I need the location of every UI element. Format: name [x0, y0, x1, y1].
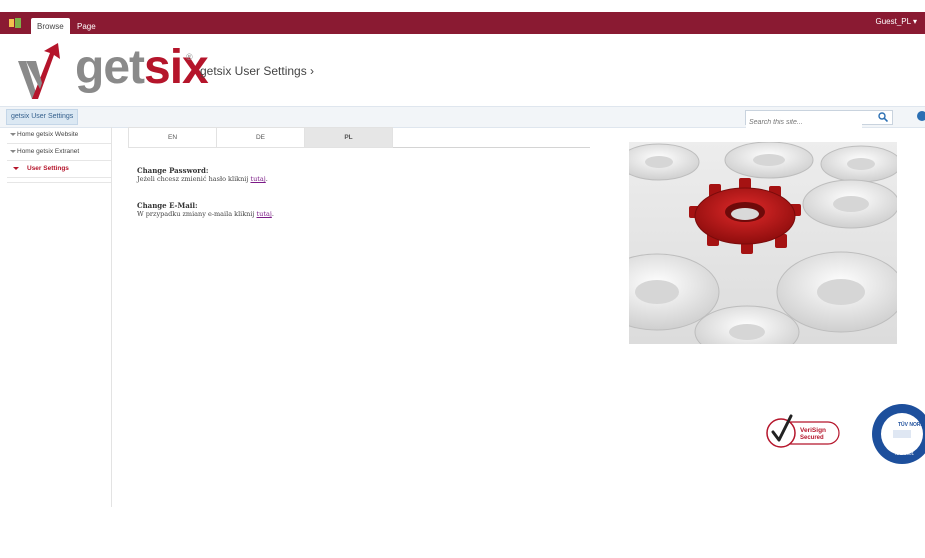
- getsix-logo-text: getsix: [75, 40, 209, 95]
- nav-item-label: User Settings: [27, 165, 69, 172]
- language-tabs: EN DE PL: [128, 127, 590, 148]
- expand-arrow-icon: [13, 167, 19, 170]
- site-actions-icon[interactable]: [9, 18, 21, 28]
- nav-item-label: Home getsix Extranet: [17, 148, 80, 155]
- change-password-title: Change Password:: [137, 166, 209, 175]
- gears-image: [629, 142, 897, 344]
- white-gear: [820, 145, 897, 183]
- change-email-link[interactable]: tutaj: [257, 210, 272, 218]
- search-input[interactable]: [746, 116, 862, 129]
- logo-text-get: get: [75, 41, 145, 94]
- registered-mark: ®: [186, 52, 193, 62]
- white-gear: [802, 179, 897, 229]
- change-email-title: Change E-Mail:: [137, 201, 198, 210]
- expand-arrow-icon: [10, 133, 16, 136]
- tab-lang-pl[interactable]: PL: [304, 127, 393, 148]
- breadcrumb[interactable]: getsix User Settings: [6, 109, 79, 125]
- change-password-punct: .: [265, 175, 268, 183]
- tab-browse[interactable]: Browse: [31, 18, 70, 34]
- change-email-section: Change E-Mail: W przypadku zmiany e-mail…: [137, 201, 567, 218]
- iso-text: ISO 9001: [895, 451, 915, 456]
- tab-page[interactable]: Page: [71, 18, 102, 34]
- tuv-nord-badge: TÜV NORD ISO 9001: [872, 404, 925, 464]
- search-icon[interactable]: [878, 112, 888, 122]
- tab-lang-en[interactable]: EN: [128, 127, 217, 148]
- top-nav-bar: getsix User Settings: [0, 106, 925, 129]
- tab-lang-de[interactable]: DE: [216, 127, 305, 148]
- expand-arrow-icon: [10, 150, 16, 153]
- change-password-link[interactable]: tutaj: [250, 175, 265, 183]
- nav-item-home-extranet[interactable]: Home getsix Extranet: [7, 144, 111, 161]
- red-gear: [689, 178, 801, 254]
- change-email-punct: .: [271, 210, 274, 218]
- nav-item-label: Home getsix Website: [17, 131, 79, 138]
- getsix-logo-mark: [18, 43, 60, 99]
- white-gear: [724, 142, 814, 179]
- change-password-instruction: Jeżeli chcesz zmienić hasło kliknij: [137, 175, 251, 183]
- white-gear: [776, 251, 897, 333]
- site-title[interactable]: getsix User Settings ›: [200, 64, 314, 78]
- search-box: [745, 110, 893, 129]
- help-icon[interactable]: [917, 111, 925, 121]
- nav-item-home-website[interactable]: Home getsix Website: [7, 127, 111, 144]
- nav-divider: [7, 178, 111, 183]
- verisign-secured-badge: VeriSign Secured: [766, 414, 840, 448]
- secured-text: Secured: [800, 435, 824, 441]
- change-password-text: Jeżeli chcesz zmienić hasło kliknij tuta…: [137, 175, 567, 183]
- change-email-instruction: W przypadku zmiany e-maila kliknij: [137, 210, 257, 218]
- settings-content: Change Password: Jeżeli chcesz zmienić h…: [137, 166, 567, 236]
- ribbon-bar: Browse Page Guest_PL ▾: [0, 12, 925, 34]
- logo-text-six: six: [144, 41, 209, 94]
- left-navigation: Home getsix Website Home getsix Extranet…: [7, 127, 112, 507]
- verisign-text: VeriSign: [800, 427, 826, 434]
- site-header: getsix ® getsix User Settings ›: [0, 34, 925, 106]
- tuv-nord-text: TÜV NORD: [898, 421, 925, 428]
- change-email-text: W przypadku zmiany e-maila kliknij tutaj…: [137, 210, 567, 218]
- white-gear: [629, 143, 700, 181]
- user-menu[interactable]: Guest_PL ▾: [875, 17, 917, 26]
- nav-item-user-settings[interactable]: User Settings: [7, 161, 111, 178]
- gears-illustration: [629, 142, 897, 344]
- change-password-section: Change Password: Jeżeli chcesz zmienić h…: [137, 166, 567, 183]
